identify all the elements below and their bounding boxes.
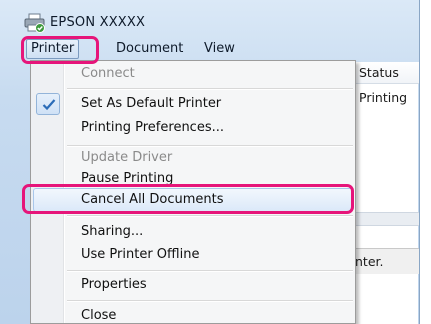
menu-item-properties[interactable]: Properties [81,274,147,296]
menu-item-connect: Connect [81,66,135,81]
horizontal-scrollbar[interactable] [353,212,419,226]
status-cell[interactable]: Printing [359,90,407,105]
menu-item-update-driver: Update Driver [81,150,173,165]
menu-item-printing-preferences[interactable]: Printing Preferences... [81,117,224,139]
default-check-box [36,93,60,115]
highlight-callout-printer-menu [21,36,99,64]
menu-document[interactable]: Document [112,39,187,59]
menu-view[interactable]: View [200,39,239,59]
title-bar: EPSON XXXXX [0,0,420,36]
highlight-callout-cancel-all [22,184,354,214]
menu-separator [67,270,353,272]
menu-item-use-printer-offline[interactable]: Use Printer Offline [81,244,199,266]
menu-separator [67,215,353,217]
window-title: EPSON XXXXX [50,15,146,30]
printer-icon [24,13,45,33]
menu-item-close[interactable]: Close [81,305,116,324]
menu-separator [67,88,353,90]
document-list: Status Printing nter. [352,62,419,324]
column-header-status[interactable]: Status [353,62,419,84]
menu-separator [67,300,353,302]
status-bar: nter. [353,248,419,274]
menu-item-set-default-printer[interactable]: Set As Default Printer [81,93,221,115]
menu-item-sharing[interactable]: Sharing... [81,221,143,243]
